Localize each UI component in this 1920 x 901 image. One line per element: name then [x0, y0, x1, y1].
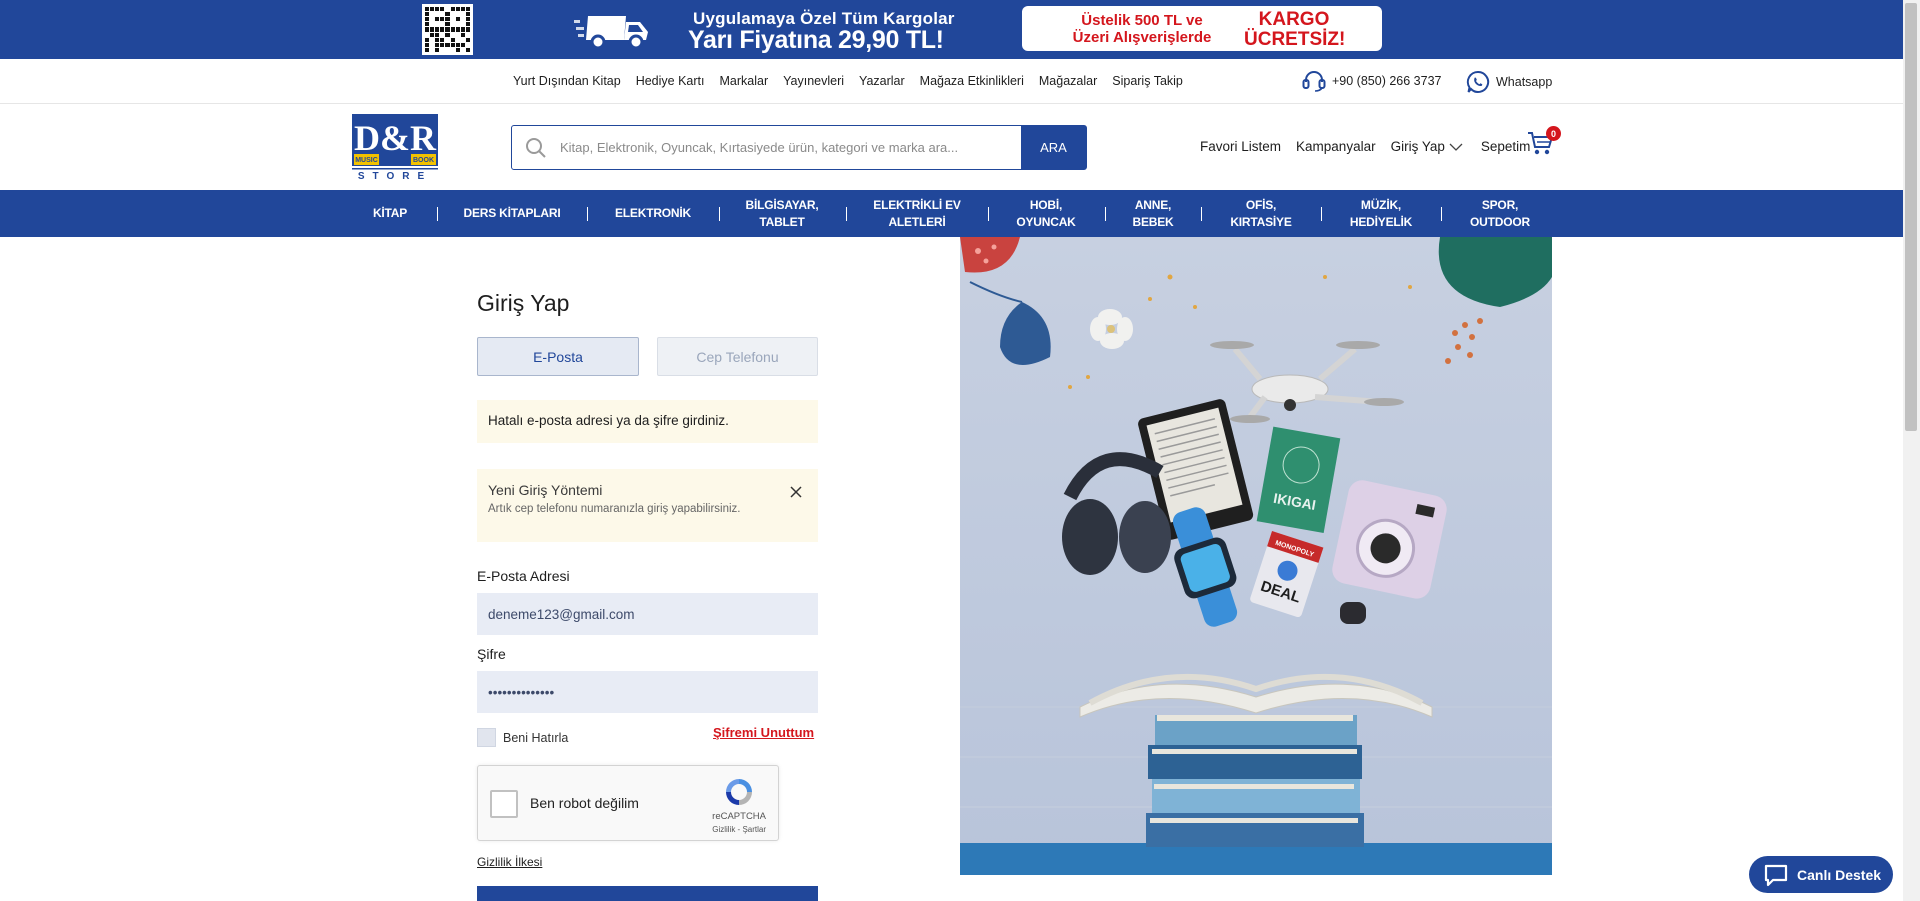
search-input[interactable] [560, 126, 1021, 169]
category-nav: KİTAP DERS KİTAPLARI ELEKTRONİK BİLGİSAY… [0, 190, 1903, 237]
tab-email[interactable]: E-Posta [477, 337, 639, 376]
category-separator [719, 207, 720, 221]
category-separator [587, 207, 588, 221]
search-icon [512, 126, 560, 169]
util-link-authors[interactable]: Yazarlar [859, 74, 905, 88]
forgot-password-link[interactable]: Şifremi Unuttum [713, 725, 814, 740]
category-sport-outdoor[interactable]: SPOR, OUTDOOR [1462, 190, 1538, 237]
login-error-alert: Hatalı e-posta adresi ya da şifre girdin… [477, 400, 818, 443]
svg-text:D&R: D&R [354, 118, 437, 158]
recaptcha-widget: Ben robot değilim reCAPTCHA Gizlilik - Ş… [477, 765, 779, 841]
live-support-button[interactable]: Canlı Destek [1749, 856, 1893, 893]
close-icon[interactable] [788, 484, 804, 500]
whatsapp-label: Whatsapp [1496, 75, 1553, 89]
headset-icon [1302, 71, 1326, 92]
promo-price: Yarı Fiyatına 29,90 TL! [688, 26, 944, 54]
category-books[interactable]: KİTAP [365, 190, 415, 237]
chat-bubble-icon [1764, 864, 1788, 886]
recaptcha-label: Ben robot değilim [530, 795, 639, 811]
recaptcha-brand: reCAPTCHA [712, 811, 766, 822]
category-separator [988, 207, 989, 221]
util-link-publishers[interactable]: Yayınevleri [783, 74, 844, 88]
search-bar: ARA [511, 125, 1087, 170]
tab-phone[interactable]: Cep Telefonu [657, 337, 818, 376]
live-support-label: Canlı Destek [1797, 866, 1882, 883]
recaptcha-terms[interactable]: Gizlilik - Şartlar [712, 825, 766, 834]
campaigns-link[interactable]: Kampanyalar [1296, 139, 1376, 154]
utility-nav: Yurt Dışından Kitap Hediye Kartı Markala… [0, 59, 1903, 104]
category-separator [846, 207, 847, 221]
email-label: E-Posta Adresi [477, 568, 570, 584]
svg-text:BOOK: BOOK [413, 157, 434, 164]
hero-illustration: IKIGAI MONOPOLY DEAL [960, 237, 1552, 875]
remember-me-label: Beni Hatırla [503, 730, 569, 745]
phone-link[interactable]: +90 (850) 266 3737 [1302, 70, 1441, 92]
category-separator [1105, 207, 1106, 221]
free-shipping-label: KARGO ÜCRETSİZ! [1244, 9, 1346, 50]
search-button[interactable]: ARA [1021, 126, 1086, 169]
util-link-brands[interactable]: Markalar [719, 74, 768, 88]
page-title: Giriş Yap [477, 290, 570, 316]
password-field[interactable] [477, 671, 818, 713]
remember-me[interactable]: Beni Hatırla [477, 728, 568, 747]
util-link-gift-card[interactable]: Hediye Kartı [636, 74, 705, 88]
utility-links: Yurt Dışından Kitap Hediye Kartı Markala… [513, 74, 1183, 88]
whatsapp-link[interactable]: Whatsapp [1466, 70, 1552, 94]
category-separator [437, 207, 438, 221]
header-actions: Favori Listem Kampanyalar Giriş Yap Sepe… [1200, 139, 1530, 154]
favorites-link[interactable]: Favori Listem [1200, 139, 1281, 154]
cart-link[interactable]: Sepetim [1481, 139, 1531, 154]
main-header: D&R MUSIC BOOK STORE ARA Favori Listem K… [0, 104, 1903, 190]
svg-text:MUSIC: MUSIC [355, 157, 378, 164]
category-home-appliances[interactable]: ELEKTRİKLİ EV ALETLERİ [867, 190, 967, 237]
free-shipping-condition: Üstelik 500 TL ve Üzeri Alışverişlerde [1072, 12, 1212, 46]
util-link-store-events[interactable]: Mağaza Etkinlikleri [920, 74, 1024, 88]
notice-text: Artık cep telefonu numaranızla giriş yap… [488, 503, 741, 515]
category-separator [1441, 207, 1442, 221]
dr-store-logo[interactable]: D&R MUSIC BOOK STORE [352, 114, 438, 180]
util-link-foreign-books[interactable]: Yurt Dışından Kitap [513, 74, 621, 88]
util-link-order-tracking[interactable]: Sipariş Takip [1112, 74, 1183, 88]
cart-count-badge: 0 [1546, 126, 1561, 141]
category-computer-tablet[interactable]: BİLGİSAYAR, TABLET [740, 190, 824, 237]
delivery-truck-icon [574, 16, 648, 50]
category-separator [1321, 207, 1322, 221]
chevron-down-icon [1449, 143, 1463, 151]
email-field[interactable] [477, 593, 818, 635]
category-office-stationery[interactable]: OFİS, KIRTASİYE [1222, 190, 1300, 237]
recaptcha-checkbox[interactable] [490, 790, 518, 818]
remember-me-checkbox[interactable] [477, 728, 496, 747]
category-mother-baby[interactable]: ANNE, BEBEK [1126, 190, 1180, 237]
category-music-gifts[interactable]: MÜZİK, HEDİYELİK [1342, 190, 1420, 237]
recaptcha-icon [726, 779, 752, 805]
category-textbooks[interactable]: DERS KİTAPLARI [458, 190, 566, 237]
phone-number: +90 (850) 266 3737 [1332, 74, 1442, 88]
free-shipping-box: Üstelik 500 TL ve Üzeri Alışverişlerde K… [1022, 6, 1382, 51]
login-label: Giriş Yap [1390, 139, 1445, 154]
login-menu[interactable]: Giriş Yap [1391, 139, 1463, 154]
login-submit-button[interactable] [477, 886, 818, 901]
category-electronics[interactable]: ELEKTRONİK [608, 190, 698, 237]
notice-title: Yeni Giriş Yöntemi [488, 482, 603, 498]
svg-text:STORE: STORE [358, 171, 432, 180]
password-label: Şifre [477, 646, 506, 662]
page-scrollbar-thumb[interactable] [1905, 3, 1917, 431]
qr-code-icon [422, 4, 473, 55]
category-separator [1201, 207, 1202, 221]
promo-banner[interactable]: Uygulamaya Özel Tüm Kargolar Yarı Fiyatı… [0, 0, 1903, 59]
cart-button[interactable]: 0 [1527, 126, 1561, 158]
category-hobby-toys[interactable]: HOBİ, OYUNCAK [1008, 190, 1084, 237]
privacy-policy-link[interactable]: Gizlilik İlkesi [477, 855, 542, 869]
whatsapp-icon [1466, 70, 1490, 93]
util-link-stores[interactable]: Mağazalar [1039, 74, 1097, 88]
new-login-method-notice: Yeni Giriş Yöntemi Artık cep telefonu nu… [477, 469, 818, 542]
